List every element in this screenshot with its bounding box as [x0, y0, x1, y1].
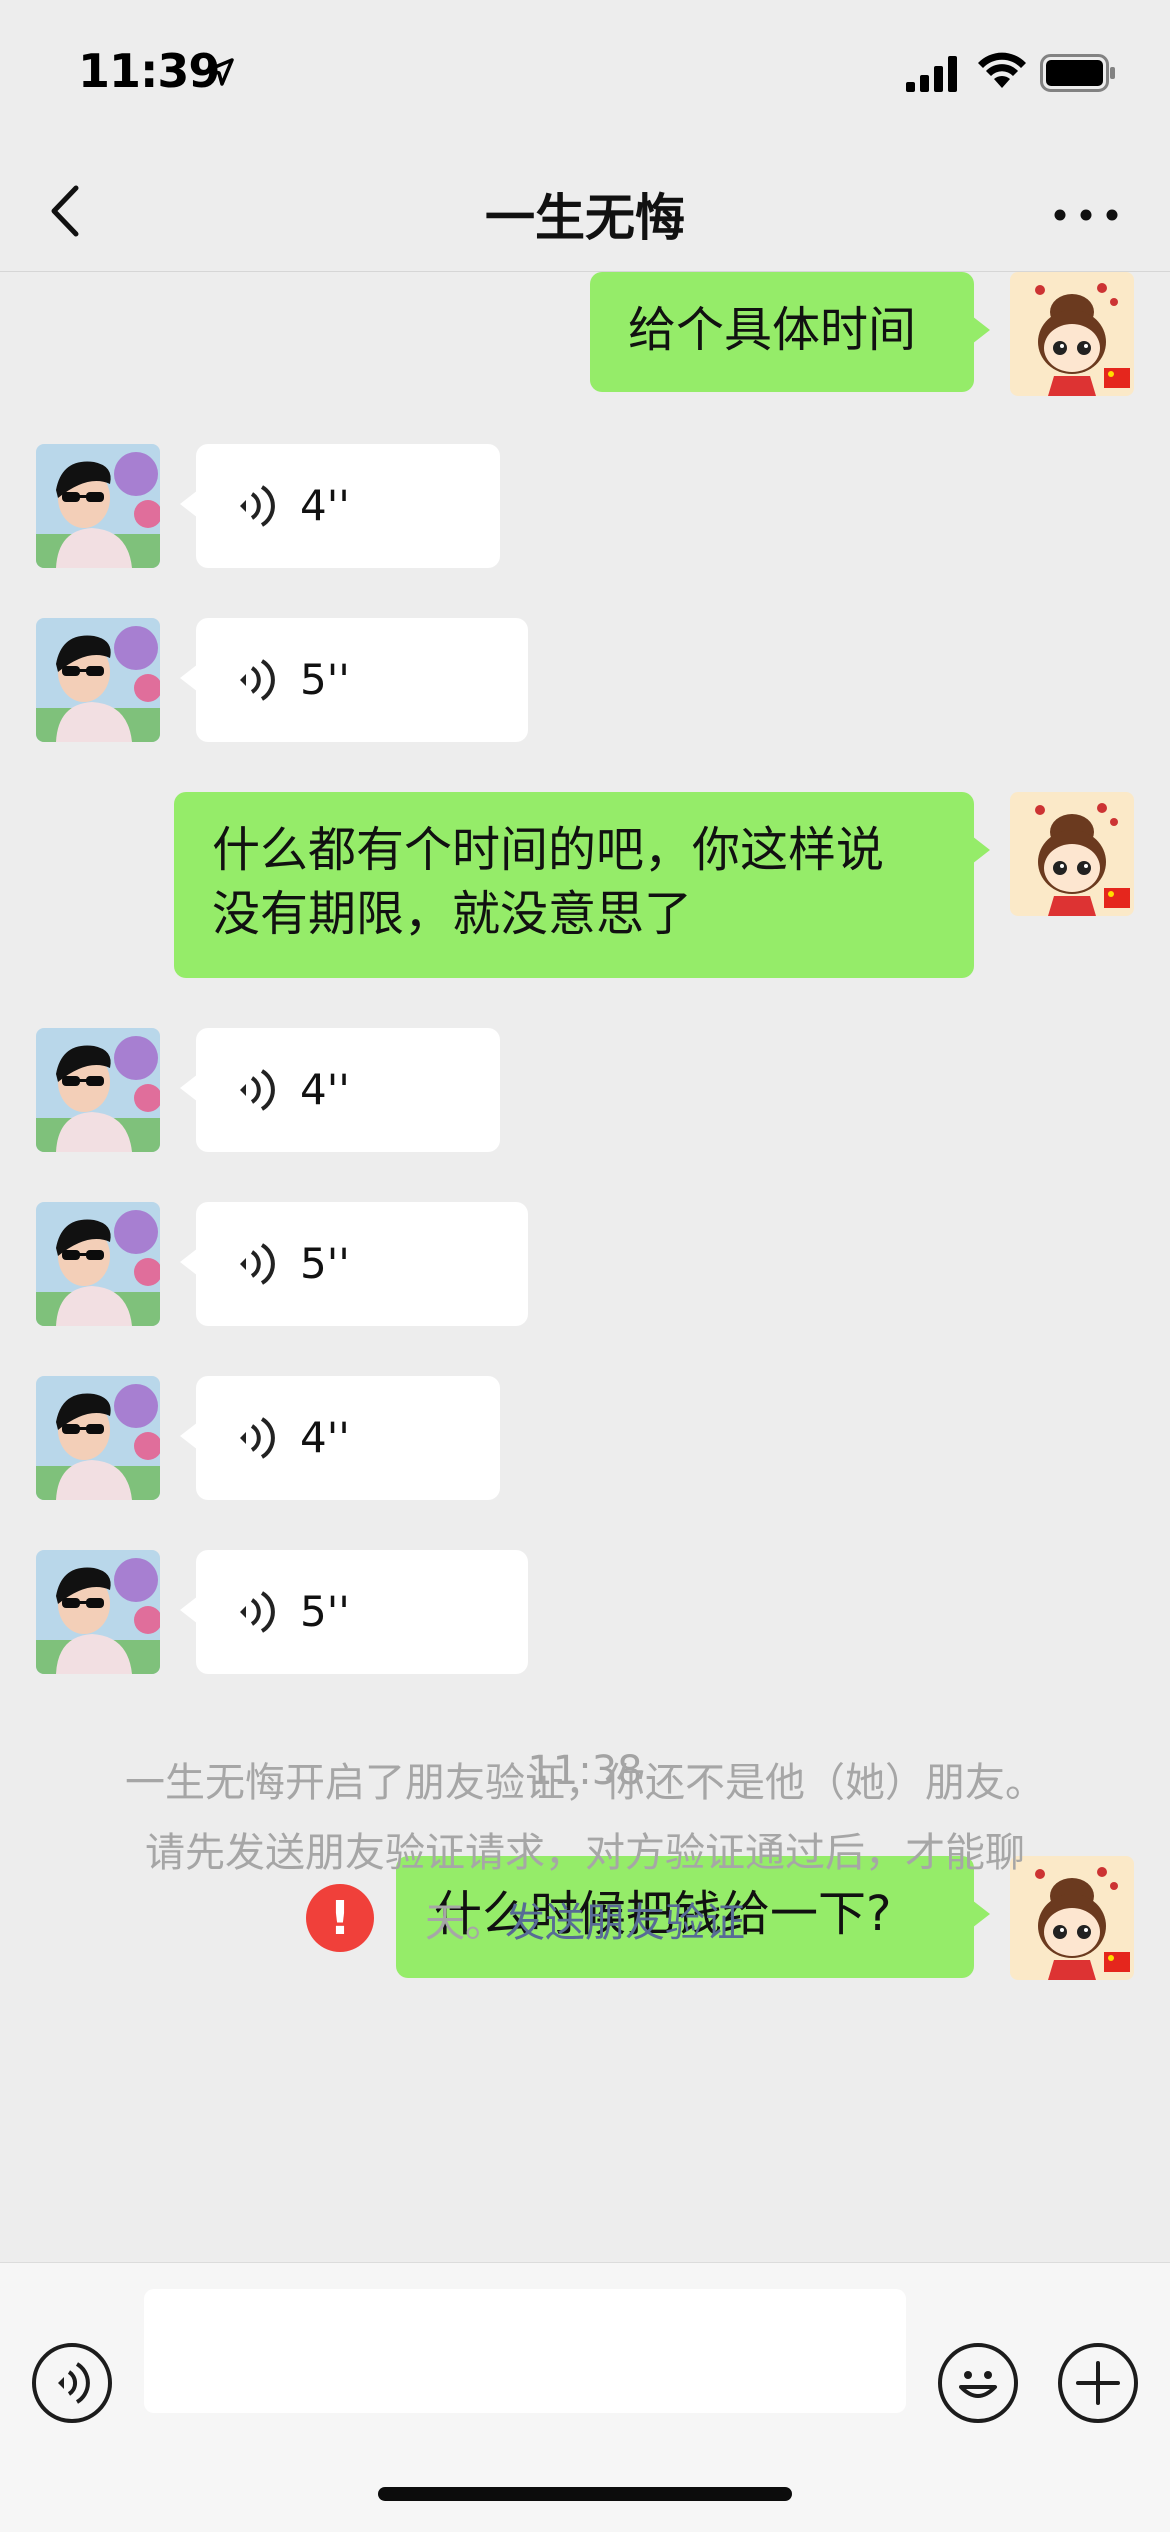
- smiley-face-icon: [959, 2371, 997, 2398]
- sent-message-bubble[interactable]: 什么都有个时间的吧，你这样说 没有期限，就没意思了: [174, 792, 990, 978]
- contact-photo-icon: [36, 1550, 160, 1674]
- voice-message-bubble[interactable]: 5'': [180, 618, 528, 742]
- voice-wave-icon: [240, 659, 275, 701]
- voice-message-bubble[interactable]: 5'': [180, 1550, 528, 1674]
- my-avatar[interactable]: [1010, 792, 1134, 916]
- voice-message-bubble[interactable]: 4'': [180, 1376, 500, 1500]
- notice-line: 一生无悔开启了朋友验证，你还不是他（她）朋友。: [125, 1760, 1045, 1806]
- voice-wave-icon: [240, 1243, 275, 1285]
- voice-message-bubble[interactable]: 4'': [180, 1028, 500, 1152]
- contact-photo-icon: [36, 1028, 160, 1152]
- chat-message-list[interactable]: 给个具体时间 4'' 5'' 什么都有个时间的吧，你这样说 没有期限，就没意思了…: [0, 272, 1170, 2262]
- cartoon-girl-avatar-icon: [1010, 272, 1134, 396]
- contact-photo-icon: [36, 1202, 160, 1326]
- voice-duration: 4'': [300, 481, 350, 530]
- voice-duration: 4'': [300, 1065, 350, 1114]
- message-input[interactable]: [144, 2289, 906, 2413]
- emoji-button[interactable]: [938, 2343, 1018, 2423]
- voice-message-bubble[interactable]: 4'': [180, 444, 500, 568]
- voice-wave-icon: [240, 1591, 275, 1633]
- chat-title: 一生无悔: [485, 189, 685, 247]
- contact-avatar[interactable]: [36, 1028, 160, 1152]
- voice-duration: 5'': [300, 1587, 350, 1636]
- battery-icon: [1040, 54, 1115, 92]
- friend-verification-notice: 一生无悔开启了朋友验证，你还不是他（她）朋友。 请先发送朋友验证请求，对方验证通…: [80, 1748, 1090, 1958]
- voice-wave-icon: [240, 485, 275, 527]
- status-bar: 11:39: [0, 0, 1170, 150]
- contact-avatar[interactable]: [36, 1376, 160, 1500]
- plus-icon: [1076, 2361, 1120, 2405]
- home-indicator[interactable]: [378, 2487, 792, 2501]
- contact-photo-icon: [36, 618, 160, 742]
- voice-duration: 5'': [300, 1239, 350, 1288]
- more-options-button[interactable]: [1046, 190, 1126, 240]
- message-text: 给个具体时间: [628, 302, 917, 358]
- more-dots-icon: [1054, 209, 1118, 221]
- cartoon-girl-avatar-icon: [1010, 792, 1134, 916]
- wifi-icon: [978, 52, 1026, 88]
- voice-duration: 5'': [300, 655, 350, 704]
- notice-line: 天。发送朋友验证: [80, 1888, 1090, 1958]
- contact-avatar[interactable]: [36, 444, 160, 568]
- message-text-line: 没有期限，就没意思了: [212, 886, 693, 942]
- notice-line-prefix: 天。: [425, 1900, 505, 1946]
- more-functions-button[interactable]: [1058, 2343, 1138, 2423]
- contact-avatar[interactable]: [36, 618, 160, 742]
- voice-wave-icon: [58, 2362, 90, 2404]
- notice-line: 请先发送朋友验证请求，对方验证通过后，才能聊: [145, 1830, 1025, 1876]
- voice-duration: 4'': [300, 1413, 350, 1462]
- my-avatar[interactable]: [1010, 272, 1134, 396]
- location-arrow-icon: [206, 58, 234, 86]
- voice-wave-icon: [240, 1069, 275, 1111]
- contact-avatar[interactable]: [36, 1550, 160, 1674]
- contact-photo-icon: [36, 1376, 160, 1500]
- voice-wave-icon: [240, 1417, 275, 1459]
- contact-avatar[interactable]: [36, 1202, 160, 1326]
- voice-input-toggle-button[interactable]: [32, 2343, 112, 2423]
- status-time: 11:39: [78, 44, 220, 98]
- send-friend-verification-link[interactable]: 发送朋友验证: [505, 1900, 745, 1946]
- message-text-line: 什么都有个时间的吧，你这样说: [212, 822, 885, 878]
- nav-bar: 一生无悔: [0, 150, 1170, 272]
- contact-photo-icon: [36, 444, 160, 568]
- sent-message-bubble[interactable]: 给个具体时间: [590, 272, 990, 392]
- cellular-signal-icon: [906, 56, 957, 92]
- voice-message-bubble[interactable]: 5'': [180, 1202, 528, 1326]
